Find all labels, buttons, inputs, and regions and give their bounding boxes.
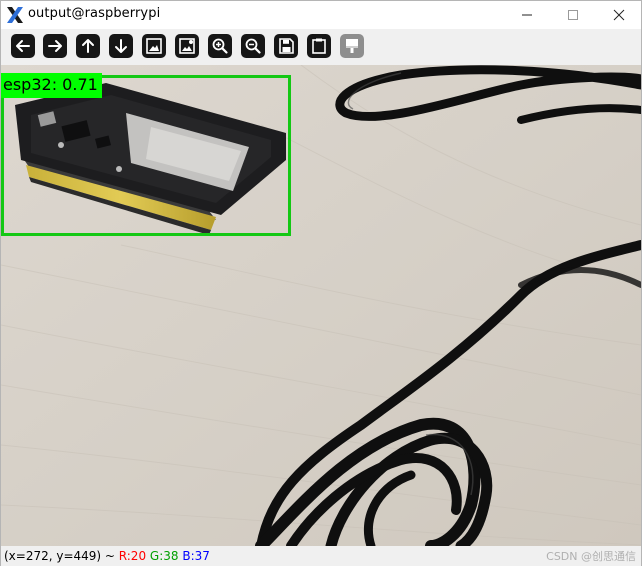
- pan-up-button[interactable]: [76, 34, 100, 58]
- image-icon: [146, 38, 162, 54]
- arrow-right-icon: [48, 40, 62, 52]
- properties-button[interactable]: [340, 34, 364, 58]
- watermark: CSDN @创思通信: [546, 550, 636, 563]
- x-logo-icon: [7, 7, 23, 23]
- pan-left-button[interactable]: [11, 34, 35, 58]
- detection-label: esp32: 0.71: [1, 73, 102, 98]
- detection-box: [1, 75, 291, 236]
- save-icon: [279, 38, 294, 54]
- app-window: output@raspberrypi esp32: 0.71 (x=272, y…: [0, 0, 642, 566]
- close-button[interactable]: [596, 1, 642, 29]
- arrow-down-icon: [115, 39, 127, 53]
- cursor-coordinates: (x=272, y=449) ~: [4, 549, 119, 563]
- close-icon: [613, 9, 625, 21]
- maximize-icon: [568, 10, 578, 20]
- pixel-blue-value: B:37: [182, 549, 210, 563]
- title-bar[interactable]: output@raspberrypi: [1, 1, 641, 29]
- zoom-in-icon: [212, 38, 228, 54]
- pan-down-button[interactable]: [109, 34, 133, 58]
- minimize-icon: [522, 14, 532, 16]
- zoom-out-icon: [245, 38, 261, 54]
- clipboard-icon: [312, 38, 326, 54]
- pixel-red-value: R:20: [118, 549, 147, 563]
- zoom-image-alt-button[interactable]: [175, 34, 199, 58]
- image-viewport[interactable]: esp32: 0.71: [1, 65, 641, 546]
- status-bar: (x=272, y=449) ~ R:20 G:38 B:37 CSDN @创思…: [1, 546, 641, 566]
- minimize-button[interactable]: [504, 1, 550, 29]
- brush-icon: [346, 39, 358, 53]
- copy-button[interactable]: [307, 34, 331, 58]
- zoom-out-button[interactable]: [241, 34, 265, 58]
- toolbar: [1, 29, 641, 65]
- window-title: output@raspberrypi: [28, 6, 161, 21]
- pan-right-button[interactable]: [43, 34, 67, 58]
- arrow-up-icon: [82, 39, 94, 53]
- save-button[interactable]: [274, 34, 298, 58]
- zoom-in-button[interactable]: [208, 34, 232, 58]
- arrow-left-icon: [16, 40, 30, 52]
- image-settings-icon: [179, 38, 195, 54]
- zoom-image-button[interactable]: [142, 34, 166, 58]
- maximize-button[interactable]: [550, 1, 596, 29]
- pixel-green-value: G:38: [149, 549, 179, 563]
